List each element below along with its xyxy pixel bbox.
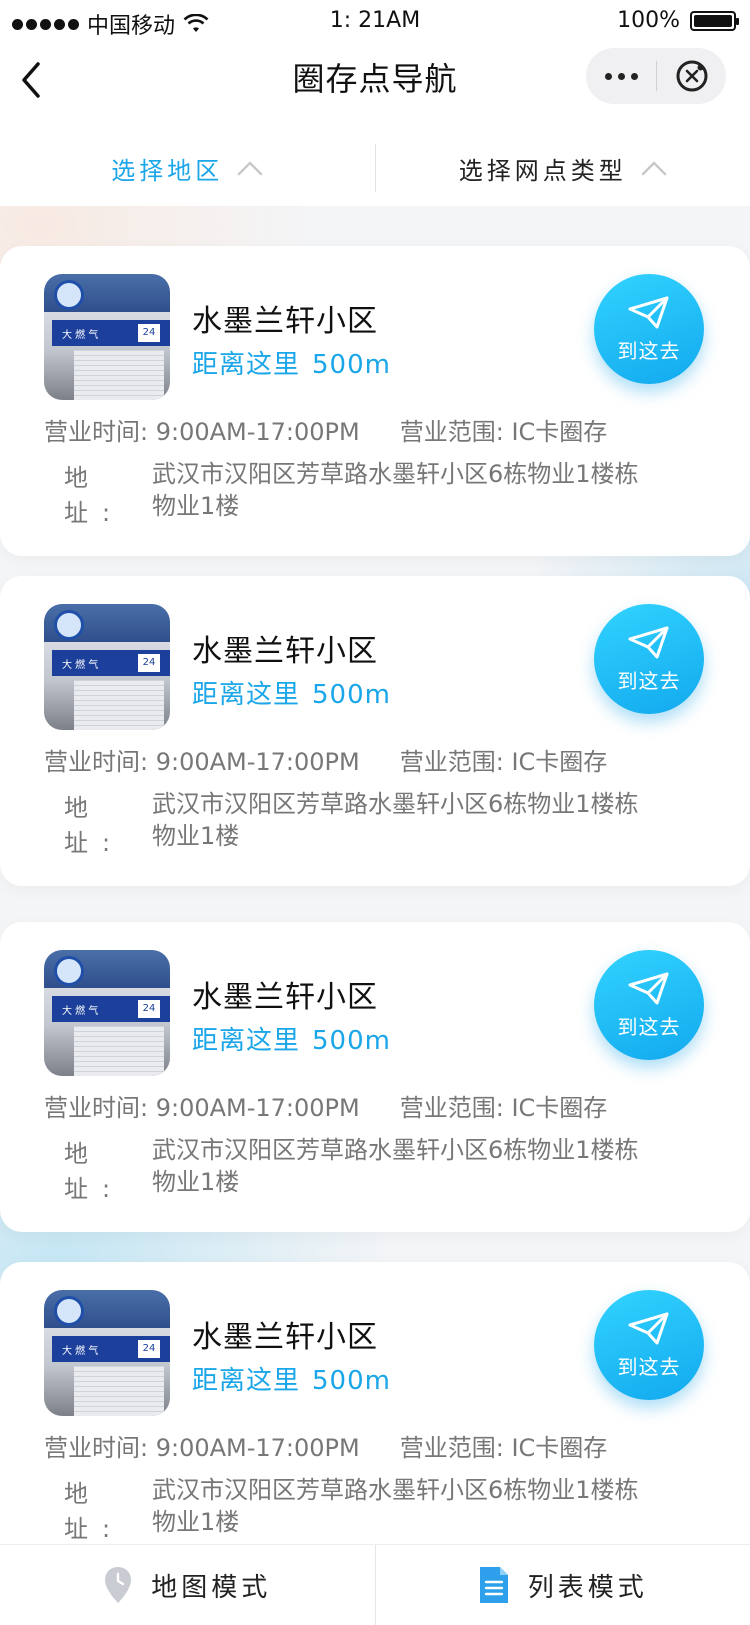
tab-map-mode-label: 地图模式 [151, 1572, 272, 1603]
business-scope: 营业范围: IC卡圈存 [399, 418, 608, 446]
filter-region[interactable]: 选择地区 [0, 151, 375, 186]
address-label: 地址: [64, 1480, 125, 1543]
photo-24h-badge: 24 [138, 654, 160, 672]
outlet-card[interactable]: 大 燃 气 24 水墨兰轩小区 距离这里 500m 到这去 营业时间: 9:00A… [0, 576, 750, 886]
outlet-distance: 距离这里 500m [192, 1020, 391, 1057]
photo-shutter [74, 350, 164, 400]
outlet-name: 水墨兰轩小区 [192, 1320, 378, 1355]
gas-company-logo [54, 610, 84, 640]
paper-plane-icon [628, 296, 669, 328]
address-label: 地址: [64, 464, 125, 527]
paper-plane-icon [628, 972, 669, 1004]
outlet-address-row: 地址: 武汉市汉阳区芳草路水墨轩小区6栋物业1楼栋物业1楼 [64, 788, 652, 858]
gas-company-logo [54, 956, 84, 986]
outlet-photo: 大 燃 气 24 [44, 604, 170, 730]
mini-program-capsule [586, 48, 726, 104]
navigate-here-button[interactable]: 到这去 [594, 1290, 704, 1400]
distance-value: 500m [312, 1366, 391, 1396]
outlet-name: 水墨兰轩小区 [192, 980, 378, 1015]
photo-24h-badge: 24 [138, 1000, 160, 1018]
outlet-info-row: 营业时间: 9:00AM-17:00PM 营业范围: IC卡圈存 [44, 412, 607, 447]
nav-bar: 圈存点导航 [0, 44, 750, 140]
status-bar: 中国移动 1: 21AM 100% [0, 0, 750, 44]
photo-24h-badge: 24 [138, 324, 160, 342]
photo-shutter [74, 1366, 164, 1416]
distance-label: 距离这里 [192, 350, 301, 380]
tab-list-mode-label: 列表模式 [527, 1572, 648, 1603]
close-circle-icon [676, 60, 707, 92]
more-dots-icon [604, 72, 612, 80]
document-list-icon [479, 1567, 508, 1603]
photo-24h-badge: 24 [138, 1340, 160, 1358]
outlet-address-row: 地址: 武汉市汉阳区芳草路水墨轩小区6栋物业1楼栋物业1楼 [64, 458, 652, 528]
outlet-info-row: 营业时间: 9:00AM-17:00PM 营业范围: IC卡圈存 [44, 1088, 607, 1123]
paper-plane-icon [628, 626, 669, 658]
outlet-info-row: 营业时间: 9:00AM-17:00PM 营业范围: IC卡圈存 [44, 1428, 607, 1463]
photo-shutter [74, 1026, 164, 1076]
distance-value: 500m [312, 350, 391, 380]
navigate-here-label: 到这去 [617, 1014, 681, 1039]
battery-icon [690, 10, 739, 31]
outlet-distance: 距离这里 500m [192, 344, 391, 381]
outlet-distance: 距离这里 500m [192, 674, 391, 711]
outlet-info-row: 营业时间: 9:00AM-17:00PM 营业范围: IC卡圈存 [44, 742, 607, 777]
navigate-here-label: 到这去 [617, 1354, 681, 1379]
outlet-distance: 距离这里 500m [192, 1360, 391, 1397]
distance-label: 距离这里 [192, 1366, 301, 1396]
tab-list-mode[interactable]: 列表模式 [376, 1565, 750, 1605]
filter-outlet-type-label: 选择网点类型 [458, 156, 627, 185]
chevron-up-icon [238, 161, 263, 176]
outlet-list[interactable]: 大 燃 气 24 水墨兰轩小区 距离这里 500m 到这去 营业时间: 9:00A… [0, 206, 750, 1572]
address-text: 武汉市汉阳区芳草路水墨轩小区6栋物业1楼栋物业1楼 [152, 1136, 639, 1196]
address-label: 地址: [64, 794, 125, 857]
battery-percent: 100% [617, 8, 680, 33]
distance-value: 500m [312, 680, 391, 710]
business-scope: 营业范围: IC卡圈存 [399, 1094, 608, 1122]
gas-company-logo [54, 1296, 84, 1326]
photo-shutter [74, 680, 164, 730]
map-pin-icon [105, 1567, 132, 1603]
business-scope: 营业范围: IC卡圈存 [399, 1434, 608, 1462]
outlet-photo: 大 燃 气 24 [44, 950, 170, 1076]
address-text: 武汉市汉阳区芳草路水墨轩小区6栋物业1楼栋物业1楼 [152, 1476, 639, 1536]
distance-label: 距离这里 [192, 680, 301, 710]
outlet-photo: 大 燃 气 24 [44, 1290, 170, 1416]
outlet-card[interactable]: 大 燃 气 24 水墨兰轩小区 距离这里 500m 到这去 营业时间: 9:00A… [0, 922, 750, 1232]
navigate-here-button[interactable]: 到这去 [594, 274, 704, 384]
business-scope: 营业范围: IC卡圈存 [399, 748, 608, 776]
battery-fill [694, 14, 732, 27]
more-button[interactable] [586, 48, 656, 104]
address-label: 地址: [64, 1140, 125, 1203]
navigate-here-label: 到这去 [617, 668, 681, 693]
distance-label: 距离这里 [192, 1026, 301, 1056]
business-hours: 营业时间: 9:00AM-17:00PM [44, 748, 360, 776]
outlet-card[interactable]: 大 燃 气 24 水墨兰轩小区 距离这里 500m 到这去 营业时间: 9:00A… [0, 1262, 750, 1572]
filter-region-label: 选择地区 [111, 156, 224, 185]
business-hours: 营业时间: 9:00AM-17:00PM [44, 1094, 360, 1122]
business-hours: 营业时间: 9:00AM-17:00PM [44, 1434, 360, 1462]
filter-bar: 选择地区 选择网点类型 [0, 130, 750, 206]
address-text: 武汉市汉阳区芳草路水墨轩小区6栋物业1楼栋物业1楼 [152, 460, 639, 520]
tab-map-mode[interactable]: 地图模式 [0, 1565, 375, 1605]
outlet-name: 水墨兰轩小区 [192, 634, 378, 669]
business-hours: 营业时间: 9:00AM-17:00PM [44, 418, 360, 446]
filter-outlet-type[interactable]: 选择网点类型 [376, 151, 750, 186]
navigate-here-label: 到这去 [617, 338, 681, 363]
outlet-address-row: 地址: 武汉市汉阳区芳草路水墨轩小区6栋物业1楼栋物业1楼 [64, 1134, 652, 1204]
status-right: 100% [617, 8, 739, 33]
distance-value: 500m [312, 1026, 391, 1056]
outlet-address-row: 地址: 武汉市汉阳区芳草路水墨轩小区6栋物业1楼栋物业1楼 [64, 1474, 652, 1544]
outlet-photo: 大 燃 气 24 [44, 274, 170, 400]
gas-company-logo [54, 280, 84, 310]
outlet-name: 水墨兰轩小区 [192, 304, 378, 339]
paper-plane-icon [628, 1312, 669, 1344]
address-text: 武汉市汉阳区芳草路水墨轩小区6栋物业1楼栋物业1楼 [152, 790, 639, 850]
outlet-card[interactable]: 大 燃 气 24 水墨兰轩小区 距离这里 500m 到这去 营业时间: 9:00A… [0, 246, 750, 556]
chevron-up-icon [641, 161, 666, 176]
bottom-tab-bar: 地图模式 列表模式 [0, 1544, 750, 1625]
close-button[interactable] [657, 48, 726, 104]
navigate-here-button[interactable]: 到这去 [594, 950, 704, 1060]
navigate-here-button[interactable]: 到这去 [594, 604, 704, 714]
